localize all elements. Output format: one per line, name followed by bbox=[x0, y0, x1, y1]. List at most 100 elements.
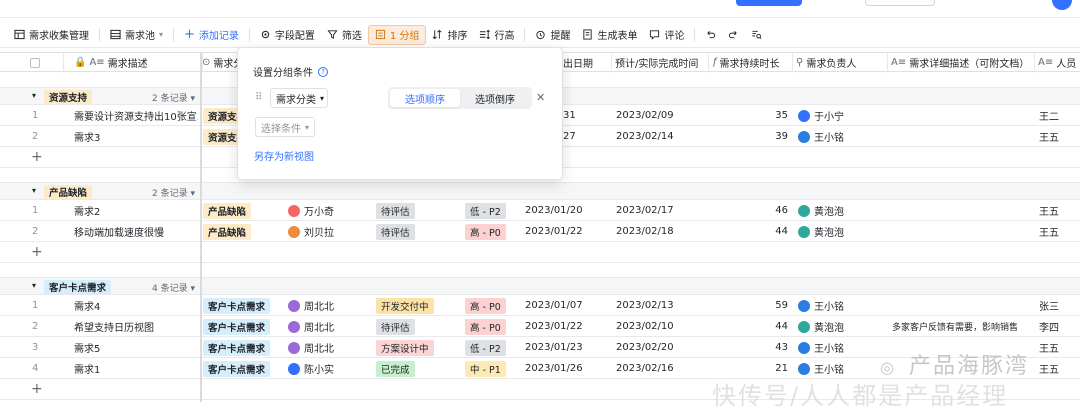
cell-desc[interactable]: 需求2 bbox=[74, 200, 198, 221]
comment-button[interactable]: 评论 bbox=[643, 25, 690, 45]
cell-date-done[interactable]: 2023/02/14 bbox=[616, 126, 674, 147]
cell-duration[interactable]: 44 bbox=[712, 221, 788, 242]
table-name-button[interactable]: 需求收集管理 bbox=[0, 25, 95, 45]
cell-category[interactable]: 客户卡点需求 bbox=[203, 358, 271, 379]
order-asc-option[interactable]: 选项顺序 bbox=[390, 89, 460, 107]
help-icon[interactable]: ? bbox=[318, 66, 328, 77]
cell-owner[interactable]: 黄泡泡 bbox=[798, 200, 844, 221]
cell-status[interactable]: 待评估 bbox=[376, 200, 415, 221]
cell-date-start[interactable]: 2023/01/20 bbox=[525, 200, 605, 221]
cell-date-done[interactable]: 2023/02/10 bbox=[616, 316, 674, 337]
reminder-button[interactable]: 提醒 bbox=[529, 25, 576, 45]
add-record-button[interactable]: + 添加记录 bbox=[178, 25, 245, 45]
table-row[interactable]: 2 移动端加载速度很慢 产品缺陷 刘贝拉 待评估 高 - P0 2023/01/22 2023… bbox=[0, 221, 1080, 242]
save-as-view-link[interactable]: 另存为新视图 bbox=[254, 148, 314, 163]
cell-duration[interactable]: 44 bbox=[712, 316, 788, 337]
cell-desc[interactable]: 需求3 bbox=[74, 126, 198, 147]
undo-button[interactable] bbox=[699, 25, 722, 45]
cell-date-done[interactable]: 2023/02/16 bbox=[616, 358, 674, 379]
cell-date-done[interactable]: 2023/02/13 bbox=[616, 295, 674, 316]
condition-select[interactable]: 选择条件 ▾ bbox=[255, 117, 315, 137]
cell-creator[interactable]: 周北北 bbox=[288, 295, 334, 316]
cell-desc[interactable]: 需求4 bbox=[74, 295, 198, 316]
cell-category[interactable]: 客户卡点需求 bbox=[203, 295, 271, 316]
user-avatar[interactable] bbox=[1052, 0, 1072, 10]
cell-duration[interactable]: 39 bbox=[712, 126, 788, 147]
cell-owner[interactable]: 黄泡泡 bbox=[798, 221, 844, 242]
cell-category[interactable]: 客户卡点需求 bbox=[203, 337, 271, 358]
search-button[interactable] bbox=[745, 25, 768, 45]
cell-detail[interactable] bbox=[892, 105, 1034, 126]
cell-status[interactable]: 待评估 bbox=[376, 221, 415, 242]
filter-button[interactable]: 筛选 bbox=[321, 25, 368, 45]
sort-button[interactable]: 排序 bbox=[426, 25, 473, 45]
select-all-checkbox[interactable] bbox=[30, 53, 40, 72]
group-button[interactable]: 1 分组 bbox=[367, 24, 427, 45]
more-button[interactable] bbox=[865, 0, 935, 6]
cell-desc[interactable]: 需求1 bbox=[74, 358, 198, 379]
column-header-person[interactable]: A≡ 人员 bbox=[1038, 52, 1076, 72]
cell-date-done[interactable]: 2023/02/20 bbox=[616, 337, 674, 358]
cell-desc[interactable]: 需求5 bbox=[74, 337, 198, 358]
cell-owner[interactable]: 黄泡泡 bbox=[798, 316, 844, 337]
cell-detail[interactable] bbox=[892, 221, 1034, 242]
column-header-date-start[interactable]: 出日期 bbox=[563, 52, 593, 72]
cell-status[interactable]: 已完成 bbox=[376, 358, 415, 379]
column-header-duration[interactable]: ƒ 需求持续时长 bbox=[713, 52, 780, 72]
cell-category[interactable]: 客户卡点需求 bbox=[203, 316, 271, 337]
cell-priority[interactable]: 低 - P2 bbox=[465, 337, 506, 358]
field-config-button[interactable]: 字段配置 bbox=[254, 25, 321, 45]
table-row[interactable]: 2 希望支持日历视图 客户卡点需求 周北北 待评估 高 - P0 2023/01/22 202… bbox=[0, 316, 1080, 337]
column-header-date-done[interactable]: 预计/实际完成时间 bbox=[615, 52, 698, 72]
cell-status[interactable]: 方案设计中 bbox=[376, 337, 434, 358]
cell-owner[interactable]: 王小铭 bbox=[798, 295, 844, 316]
table-row[interactable]: 1 需求2 产品缺陷 万小奇 待评估 低 - P2 2023/01/20 2023/02/17… bbox=[0, 200, 1080, 221]
cell-owner[interactable]: 于小宁 bbox=[798, 105, 844, 126]
cell-detail[interactable] bbox=[892, 126, 1034, 147]
cell-desc[interactable]: 希望支持日历视图 bbox=[74, 316, 198, 337]
cell-person[interactable]: 王五 bbox=[1039, 200, 1059, 221]
cell-person[interactable]: 王五 bbox=[1039, 221, 1059, 242]
cell-creator[interactable]: 刘贝拉 bbox=[288, 221, 334, 242]
cell-desc[interactable]: 移动端加载速度很慢 bbox=[74, 221, 198, 242]
cell-date-done[interactable]: 2023/02/17 bbox=[616, 200, 674, 221]
cell-person[interactable]: 王五 bbox=[1039, 126, 1059, 147]
cell-creator[interactable]: 万小奇 bbox=[288, 200, 334, 221]
gen-form-button[interactable]: 生成表单 bbox=[576, 25, 643, 45]
cell-priority[interactable]: 高 - P0 bbox=[465, 221, 506, 242]
cell-date-start[interactable]: 2023/01/23 bbox=[525, 337, 605, 358]
cell-date-done[interactable]: 2023/02/18 bbox=[616, 221, 674, 242]
cell-duration[interactable]: 59 bbox=[712, 295, 788, 316]
view-switch-button[interactable]: 需求池 ▾ bbox=[104, 25, 169, 45]
order-desc-option[interactable]: 选项倒序 bbox=[460, 89, 530, 107]
cell-person[interactable]: 王五 bbox=[1039, 337, 1059, 358]
cell-detail[interactable]: 多家客户反馈有需要，影响销售 bbox=[892, 316, 1034, 337]
frozen-column-divider[interactable] bbox=[200, 52, 202, 402]
close-icon[interactable]: ✕ bbox=[536, 91, 545, 104]
cell-date-start[interactable]: 2023/01/26 bbox=[525, 358, 605, 379]
column-header-detail[interactable]: A≡ 需求详细描述（可附文档） bbox=[891, 52, 1029, 72]
cell-date-start[interactable]: 2023/01/22 bbox=[525, 316, 605, 337]
group-header[interactable]: ▾ 产品缺陷 2 条记录 ▾ bbox=[0, 182, 1080, 200]
row-height-button[interactable]: 行高 bbox=[473, 25, 520, 45]
cell-creator[interactable]: 陈小实 bbox=[288, 358, 334, 379]
add-row-button[interactable]: + bbox=[0, 242, 1080, 263]
group-field-select[interactable]: 需求分类 ▾ bbox=[270, 88, 328, 108]
cell-person[interactable]: 张三 bbox=[1039, 295, 1059, 316]
cell-duration[interactable]: 46 bbox=[712, 200, 788, 221]
cell-person[interactable]: 李四 bbox=[1039, 316, 1059, 337]
collapse-icon[interactable]: ▾ bbox=[32, 91, 36, 100]
share-button[interactable] bbox=[736, 0, 802, 6]
group-header[interactable]: ▾ 客户卡点需求 4 条记录 ▾ bbox=[0, 277, 1080, 295]
cell-owner[interactable]: 王小铭 bbox=[798, 126, 844, 147]
cell-status[interactable]: 待评估 bbox=[376, 316, 415, 337]
cell-date-start[interactable]: 2023/01/22 bbox=[525, 221, 605, 242]
cell-category[interactable]: 产品缺陷 bbox=[203, 221, 252, 242]
cell-person[interactable]: 王五 bbox=[1039, 358, 1059, 379]
cell-creator[interactable]: 周北北 bbox=[288, 337, 334, 358]
cell-category[interactable]: 产品缺陷 bbox=[203, 200, 252, 221]
cell-desc[interactable]: 需要设计资源支持出10张宣... bbox=[74, 105, 198, 126]
collapse-icon[interactable]: ▾ bbox=[32, 281, 36, 290]
redo-button[interactable] bbox=[722, 25, 745, 45]
cell-priority[interactable]: 低 - P2 bbox=[465, 200, 506, 221]
